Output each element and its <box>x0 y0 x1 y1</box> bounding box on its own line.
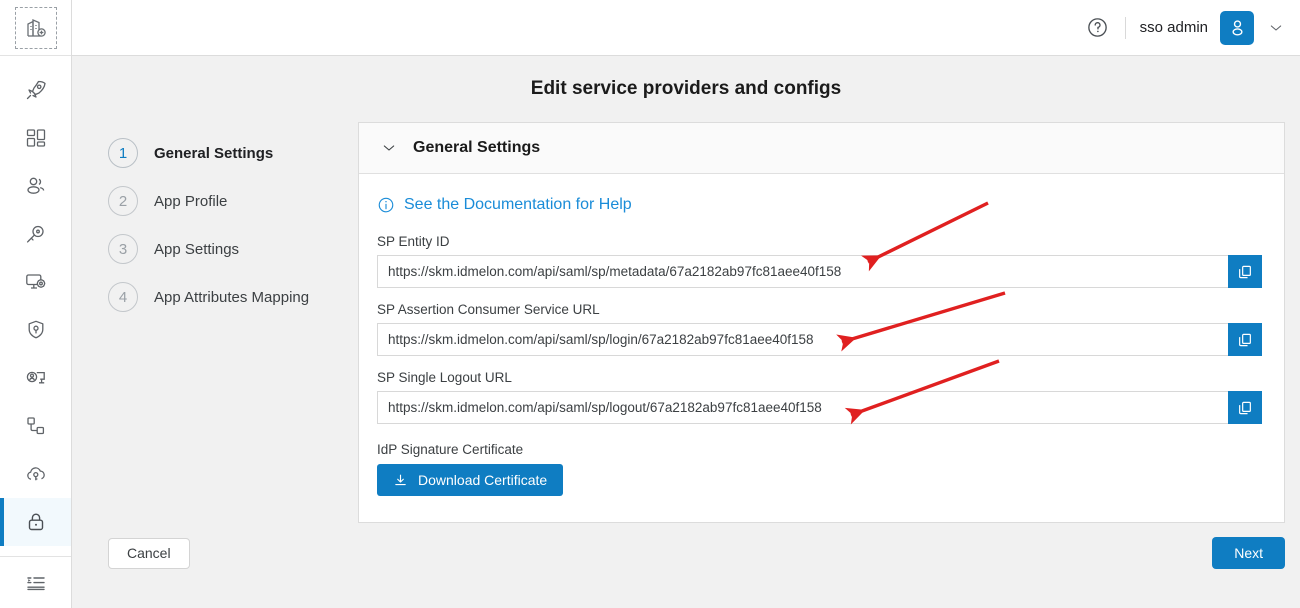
copy-sp-acs-url-button[interactable] <box>1228 323 1262 356</box>
help-circle-icon[interactable] <box>1083 13 1113 43</box>
sp-assertion-consumer-service-url-input[interactable] <box>377 323 1228 356</box>
copy-icon <box>1237 332 1253 348</box>
step-label: General Settings <box>154 144 274 162</box>
step-app-settings[interactable]: 3 App Settings <box>108 225 358 273</box>
step-number: 3 <box>108 234 138 264</box>
download-certificate-button[interactable]: Download Certificate <box>377 464 564 496</box>
sidebar-item-device-settings[interactable] <box>0 258 71 306</box>
step-label: App Profile <box>154 192 228 210</box>
left-nav-rail <box>0 0 72 608</box>
body-row: 1 General Settings 2 App Profile 3 App S… <box>72 100 1300 523</box>
monitor-gear-icon <box>24 270 48 294</box>
org-switcher[interactable] <box>0 0 71 56</box>
step-app-attributes-mapping[interactable]: 4 App Attributes Mapping <box>108 273 358 321</box>
sidebar-item-sessions[interactable] <box>0 354 71 402</box>
sidebar-item-sso[interactable] <box>0 498 71 546</box>
copy-sp-single-logout-url-button[interactable] <box>1228 391 1262 424</box>
sp-single-logout-url-input[interactable] <box>377 391 1228 424</box>
lock-icon <box>24 510 48 534</box>
sidebar-item-apps[interactable] <box>0 114 71 162</box>
step-number: 4 <box>108 282 138 312</box>
field-sp-acs-url: SP Assertion Consumer Service URL <box>377 302 1262 356</box>
sidebar-item-rocket[interactable] <box>0 66 71 114</box>
user-name-label: sso admin <box>1139 19 1208 36</box>
app-root: sso admin Edit service providers and con… <box>0 0 1300 608</box>
rail-items <box>0 56 71 556</box>
rail-footer <box>0 556 71 608</box>
organization-add-icon-glyph <box>24 16 48 40</box>
documentation-link[interactable]: See the Documentation for Help <box>377 196 1262 214</box>
chevron-down-icon[interactable] <box>1268 20 1284 36</box>
sidebar-item-cloud-access[interactable] <box>0 450 71 498</box>
card-body: See the Documentation for Help SP Entity… <box>359 174 1284 522</box>
general-settings-card: General Settings See the Documentation f… <box>358 122 1285 523</box>
step-number: 2 <box>108 186 138 216</box>
card-title: General Settings <box>413 139 541 156</box>
documentation-link-label: See the Documentation for Help <box>404 196 632 213</box>
input-row <box>377 391 1262 424</box>
sidebar-item-security[interactable] <box>0 306 71 354</box>
page-title: Edit service providers and configs <box>530 78 842 99</box>
certificate-label: IdP Signature Certificate <box>377 442 524 457</box>
wizard-footer: Cancel Next <box>72 523 1300 569</box>
users-icon <box>24 174 48 198</box>
topbar-divider <box>1124 16 1126 39</box>
user-screen-icon <box>24 366 48 390</box>
sidebar-item-users[interactable] <box>0 162 71 210</box>
download-certificate-label: Download Certificate <box>418 472 548 488</box>
main-region: sso admin Edit service providers and con… <box>72 0 1300 608</box>
chevron-down-icon[interactable] <box>381 140 397 156</box>
input-row <box>377 255 1262 288</box>
card-header-toggle[interactable]: General Settings <box>359 123 1284 174</box>
cancel-button[interactable]: Cancel <box>108 537 190 569</box>
info-circle-icon <box>377 196 395 214</box>
key-icon <box>24 222 48 246</box>
copy-sp-entity-id-button[interactable] <box>1228 255 1262 288</box>
apps-grid-icon <box>24 126 48 150</box>
step-general-settings[interactable]: 1 General Settings <box>108 129 358 177</box>
rocket-icon <box>24 78 48 102</box>
field-label: SP Assertion Consumer Service URL <box>377 302 600 317</box>
sidebar-item-integrations[interactable] <box>0 402 71 450</box>
nodes-icon <box>24 414 48 438</box>
cloud-key-icon <box>24 462 48 486</box>
avatar[interactable] <box>1220 10 1254 45</box>
download-icon <box>393 473 408 488</box>
field-label: SP Single Logout URL <box>377 370 512 385</box>
step-number: 1 <box>108 138 138 168</box>
step-label: App Attributes Mapping <box>154 288 310 306</box>
top-bar: sso admin <box>72 0 1300 56</box>
copy-icon <box>1237 264 1253 280</box>
copy-icon <box>1237 400 1253 416</box>
sidebar-item-credentials[interactable] <box>0 210 71 258</box>
input-row <box>377 323 1262 356</box>
collapse-menu-icon[interactable] <box>24 571 48 595</box>
step-label: App Settings <box>154 240 240 258</box>
field-sp-single-logout-url: SP Single Logout URL <box>377 370 1262 424</box>
shield-key-icon <box>24 318 48 342</box>
user-avatar-icon <box>1227 17 1248 38</box>
step-app-profile[interactable]: 2 App Profile <box>108 177 358 225</box>
wizard-stepper: 1 General Settings 2 App Profile 3 App S… <box>96 122 358 523</box>
organization-add-icon[interactable] <box>14 6 57 49</box>
field-label: SP Entity ID <box>377 234 450 249</box>
sp-entity-id-input[interactable] <box>377 255 1228 288</box>
content-area: Edit service providers and configs 1 Gen… <box>72 56 1300 608</box>
next-button[interactable]: Next <box>1212 537 1285 569</box>
field-sp-entity-id: SP Entity ID <box>377 234 1262 288</box>
